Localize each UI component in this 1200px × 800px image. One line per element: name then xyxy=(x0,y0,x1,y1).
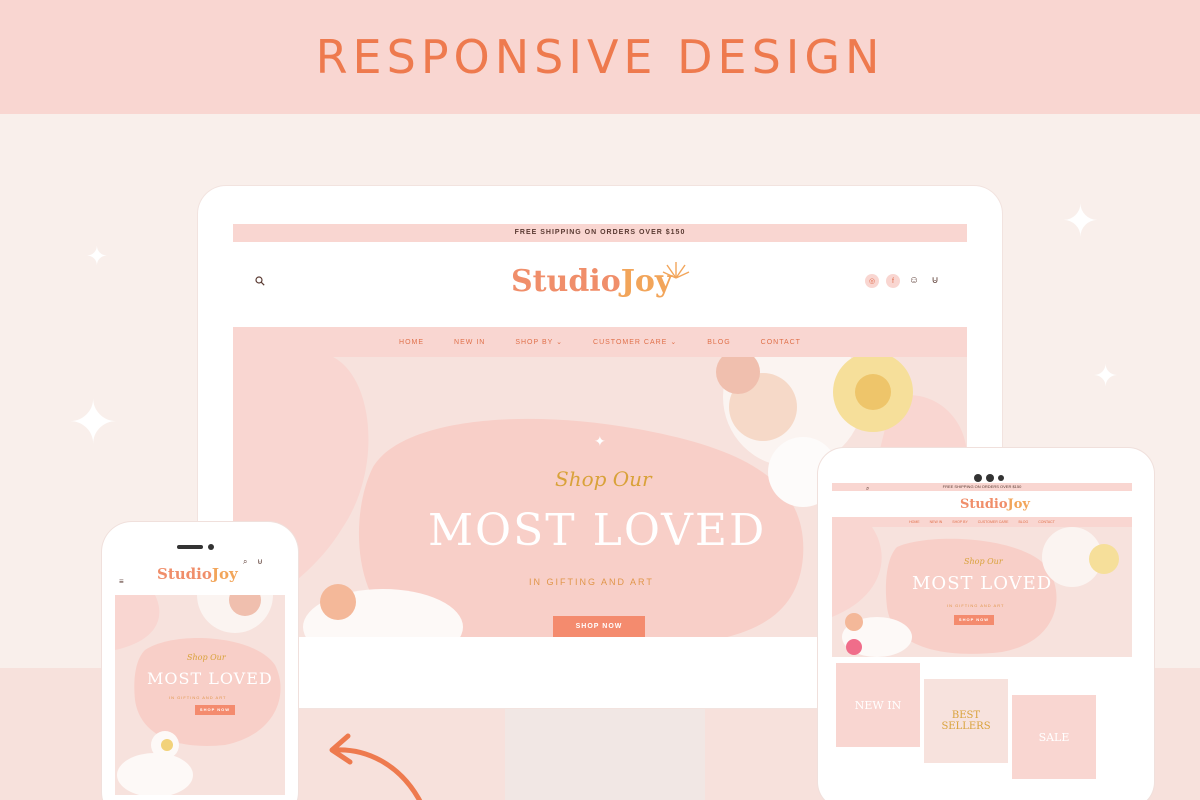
shop-now-button[interactable]: SHOP NOW xyxy=(195,705,235,715)
search-icon[interactable]: ⌕ xyxy=(866,486,869,493)
search-icon[interactable] xyxy=(255,276,265,286)
sun-icon xyxy=(662,262,690,279)
tablet-logo[interactable]: StudioJoy xyxy=(960,497,1030,512)
sparkle-icon: ✦ xyxy=(594,434,606,450)
nav-contact[interactable]: CONTACT xyxy=(761,339,801,346)
shop-now-button[interactable]: SHOP NOW xyxy=(553,616,645,637)
cart-icon[interactable]: ⊍ xyxy=(928,274,942,288)
nav-blog[interactable]: BLOG xyxy=(707,339,730,346)
header-icons: ◎ f ☺ ⊍ xyxy=(865,274,942,288)
nav-new-in[interactable]: NEW IN xyxy=(454,339,485,346)
phone-speaker xyxy=(177,545,203,549)
phone-logo[interactable]: StudioJoy xyxy=(157,565,238,583)
nav-customer-care-label: CUSTOMER CARE xyxy=(593,339,668,346)
hero-subtitle: IN GIFTING AND ART xyxy=(169,695,227,700)
tablet-screen: FREE SHIPPING ON ORDERS OVER $150 ⌕ Stud… xyxy=(832,483,1132,800)
sparkle-icon: ✦ xyxy=(86,242,108,272)
nav-customer-care[interactable]: CUSTOMER CARE ⌄ xyxy=(593,338,677,346)
tablet-camera xyxy=(974,474,982,482)
cart-icon[interactable]: ⊍ xyxy=(257,557,263,566)
arrow-icon xyxy=(329,733,423,800)
monitor-stand xyxy=(505,706,705,800)
chevron-down-icon: ⌄ xyxy=(556,339,564,346)
nav-new-in[interactable]: NEW IN xyxy=(930,517,943,527)
facebook-icon[interactable]: f xyxy=(886,274,900,288)
nav-blog[interactable]: BLOG xyxy=(1018,517,1028,527)
phone-screen: ≡ StudioJoy ⌕ ⊍ Shop Our MOST LOVED IN G… xyxy=(115,555,285,800)
nav-contact[interactable]: CONTACT xyxy=(1038,517,1055,527)
site-logo[interactable]: StudioJoy xyxy=(511,262,690,299)
nav-shop-by[interactable]: SHOP BY ⌄ xyxy=(515,338,563,346)
phone-hero: Shop Our MOST LOVED IN GIFTING AND ART S… xyxy=(115,595,285,795)
tile-sale[interactable]: SALE xyxy=(1012,695,1096,779)
tablet-hero: Shop Our MOST LOVED IN GIFTING AND ART S… xyxy=(832,527,1132,657)
sparkle-icon: ✦ xyxy=(1062,196,1099,247)
phone-camera xyxy=(208,544,214,550)
logo-part2: Joy xyxy=(1007,497,1030,512)
hero-title: MOST LOVED xyxy=(912,573,1053,594)
sparkle-icon: ✦ xyxy=(68,388,119,458)
logo-part1: Studio xyxy=(960,497,1008,512)
account-icon[interactable]: ☺ xyxy=(907,274,921,288)
tablet-camera xyxy=(986,474,994,482)
tile-best-sellers[interactable]: BEST SELLERS xyxy=(924,679,1008,763)
hero-script: Shop Our xyxy=(964,557,1003,566)
hero-script: Shop Our xyxy=(555,467,652,491)
tablet-camera xyxy=(998,475,1004,481)
nav-home[interactable]: HOME xyxy=(399,339,424,346)
tile-label: SALE xyxy=(1038,730,1070,744)
hero-subtitle: IN GIFTING AND ART xyxy=(947,603,1005,608)
shipping-notice: FREE SHIPPING ON ORDERS OVER $150 xyxy=(233,224,967,242)
top-banner: RESPONSIVE DESIGN xyxy=(0,0,1200,114)
tablet-nav: HOME NEW IN SHOP BY CUSTOMER CARE BLOG C… xyxy=(832,517,1132,527)
tablet-shipping-bar: FREE SHIPPING ON ORDERS OVER $150 xyxy=(832,483,1132,491)
tile-new-in[interactable]: NEW IN xyxy=(836,663,920,747)
shop-now-button[interactable]: SHOP NOW xyxy=(954,615,994,625)
nav-home[interactable]: HOME xyxy=(909,517,920,527)
tile-label: BEST SELLERS xyxy=(941,710,991,732)
banner-title: RESPONSIVE DESIGN xyxy=(315,30,885,84)
search-icon[interactable]: ⌕ xyxy=(243,557,247,567)
logo-part1: Studio xyxy=(157,565,212,583)
site-header: StudioJoy ◎ f ☺ ⊍ xyxy=(233,242,967,327)
menu-icon[interactable]: ≡ xyxy=(119,577,124,586)
chevron-down-icon: ⌄ xyxy=(670,339,678,346)
tile-label: NEW IN xyxy=(854,698,902,712)
hero-title: MOST LOVED xyxy=(147,669,273,688)
logo-part2: Joy xyxy=(211,565,238,583)
logo-part1: Studio xyxy=(511,264,621,299)
instagram-icon[interactable]: ◎ xyxy=(865,274,879,288)
nav-shop-by[interactable]: SHOP BY xyxy=(952,517,968,527)
hero-title: MOST LOVED xyxy=(428,505,767,556)
hero-subtitle: IN GIFTING AND ART xyxy=(529,577,654,587)
hero-script: Shop Our xyxy=(187,653,226,662)
sparkle-icon: ✦ xyxy=(1093,359,1119,394)
main-nav: HOME NEW IN SHOP BY ⌄ CUSTOMER CARE ⌄ BL… xyxy=(233,327,967,357)
nav-customer-care[interactable]: CUSTOMER CARE xyxy=(978,517,1009,527)
nav-shop-by-label: SHOP BY xyxy=(515,339,554,346)
